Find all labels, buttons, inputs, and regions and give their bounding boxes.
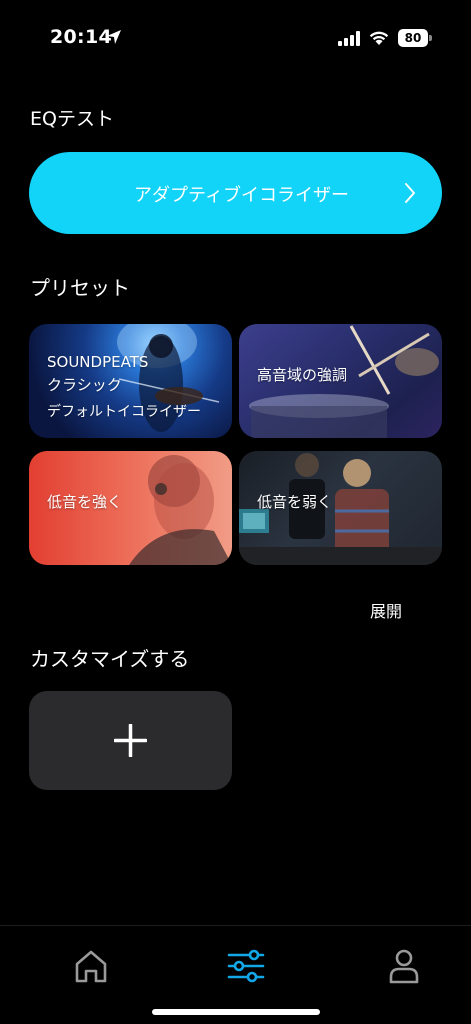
plus-icon xyxy=(114,724,147,757)
adaptive-equalizer-label: アダプティブイコライザー xyxy=(134,185,349,206)
preset-card-line: デフォルトイコライザー xyxy=(47,404,201,420)
preset-card-line: 低音を強く xyxy=(47,493,123,511)
adaptive-equalizer-button[interactable]: アダプティブイコライザー xyxy=(29,152,442,234)
wifi-icon xyxy=(369,31,389,45)
battery-level: 80 xyxy=(404,31,422,45)
preset-card-bass-boost[interactable]: 低音を強く xyxy=(29,451,232,565)
preset-card-bass-reduce[interactable]: 低音を弱く xyxy=(239,451,442,565)
chevron-right-icon xyxy=(405,183,415,203)
expand-presets-link[interactable]: 展開 xyxy=(370,598,402,622)
preset-card-line: 高音域の強調 xyxy=(257,366,348,384)
preset-card-soundpeats-classic[interactable]: SOUNDPEATS クラシック デフォルトイコライザー xyxy=(29,324,232,438)
equalizer-icon[interactable] xyxy=(226,946,266,986)
battery-indicator: 80 xyxy=(398,29,428,47)
presets-title: プリセット xyxy=(30,276,130,300)
eq-test-title: EQテスト xyxy=(30,108,114,130)
customize-title: カスタマイズする xyxy=(30,647,190,671)
preset-card-line: 低音を弱く xyxy=(257,493,333,511)
add-custom-eq-button[interactable] xyxy=(29,691,232,790)
profile-icon[interactable] xyxy=(384,946,424,986)
home-icon[interactable] xyxy=(71,946,111,986)
cellular-signal-icon xyxy=(338,31,360,46)
status-time: 20:14 xyxy=(50,26,112,48)
preset-card-line: SOUNDPEATS xyxy=(47,353,149,371)
preset-card-line: クラシック xyxy=(47,376,122,394)
preset-card-treble-boost[interactable]: 高音域の強調 xyxy=(239,324,442,438)
location-arrow-icon xyxy=(107,30,121,44)
battery-cap xyxy=(429,35,432,41)
status-bar: 20:14 80 xyxy=(0,0,471,76)
home-indicator[interactable] xyxy=(152,1009,320,1015)
